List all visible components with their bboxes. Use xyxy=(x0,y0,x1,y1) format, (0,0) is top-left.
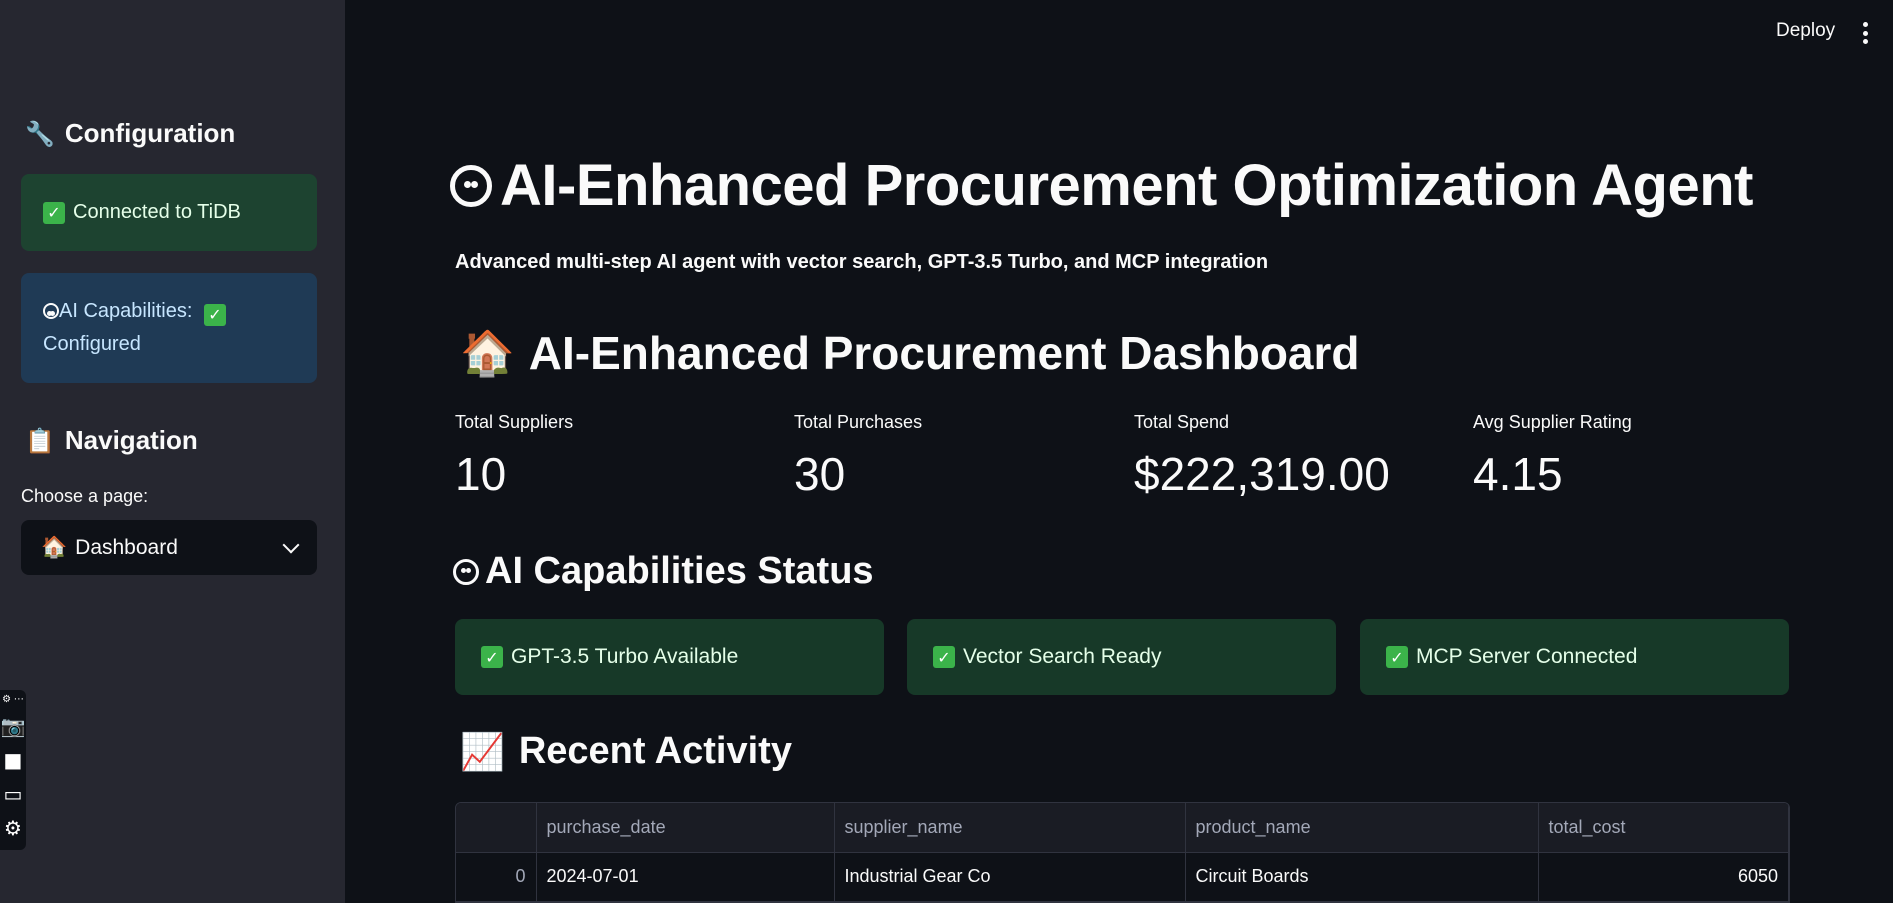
connection-status-alert: ✓ Connected to TiDB xyxy=(21,174,317,251)
check-icon: ✓ xyxy=(481,646,503,668)
metric-avg-rating: Avg Supplier Rating 4.15 xyxy=(1473,412,1632,501)
page-select[interactable]: 🏠 Dashboard xyxy=(21,520,317,575)
check-icon: ✓ xyxy=(43,201,65,224)
metric-value: 10 xyxy=(455,448,507,500)
page-subtitle: Advanced multi-step AI agent with vector… xyxy=(455,251,1269,273)
activity-table[interactable]: purchase_date supplier_name product_name… xyxy=(455,802,1790,903)
gear-icon[interactable]: ⚙ xyxy=(3,815,23,841)
dev-toolbar: ⚙ ⋯ 📷 ■ ▭ ⚙ xyxy=(0,690,26,850)
video-icon[interactable]: ■ xyxy=(3,747,23,773)
column-header[interactable]: product_name xyxy=(1185,803,1539,853)
house-icon: 🏠 xyxy=(41,535,68,559)
table-header-row: purchase_date supplier_name product_name… xyxy=(456,803,1789,853)
column-header[interactable]: supplier_name xyxy=(834,803,1186,853)
window-icon[interactable]: ▭ xyxy=(3,781,23,807)
activity-heading-text: Recent Activity xyxy=(518,730,792,772)
column-header[interactable]: purchase_date xyxy=(536,803,835,853)
status-text: Vector Search Ready xyxy=(963,645,1162,668)
metric-label: Total Spend xyxy=(1134,412,1230,432)
ai-caps-label: AI Capabilities: xyxy=(59,300,193,322)
chart-increasing-icon: 📈 xyxy=(460,731,505,773)
ai-status-heading-text: AI Capabilities Status xyxy=(485,550,874,592)
camera-icon[interactable]: 📷 xyxy=(1,713,26,739)
ai-caps-status: Configured xyxy=(43,333,141,355)
page-title: AI-Enhanced Procurement Optimization Age… xyxy=(450,152,1753,219)
choose-page-label: Choose a page: xyxy=(21,486,149,506)
nav-heading: 📋 Navigation xyxy=(25,425,198,456)
metric-label: Avg Supplier Rating xyxy=(1473,412,1632,432)
check-icon: ✓ xyxy=(933,646,955,668)
cell-product-name[interactable]: Circuit Boards xyxy=(1185,852,1539,902)
status-vector-search: ✓ Vector Search Ready xyxy=(907,619,1336,695)
config-heading: 🔧 Configuration xyxy=(25,118,235,149)
check-icon: ✓ xyxy=(1386,646,1408,668)
house-icon: 🏠 xyxy=(460,328,515,379)
dashboard-heading-text: AI-Enhanced Procurement Dashboard xyxy=(528,327,1360,379)
activity-heading: 📈 Recent Activity xyxy=(460,730,792,773)
ai-capabilities-alert: AI Capabilities: ✓ Configured xyxy=(21,273,317,383)
status-gpt: ✓ GPT-3.5 Turbo Available xyxy=(455,619,884,695)
index-header xyxy=(456,803,537,853)
check-icon: ✓ xyxy=(203,303,226,326)
chevron-down-icon xyxy=(282,536,300,553)
sidebar: 🔧 Configuration ✓ Connected to TiDB AI C… xyxy=(0,0,345,903)
metric-total-spend: Total Spend $222,319.00 xyxy=(1134,412,1390,501)
ai-status-heading: AI Capabilities Status xyxy=(453,550,874,593)
metric-label: Total Suppliers xyxy=(455,412,574,432)
dashboard-heading: 🏠 AI-Enhanced Procurement Dashboard xyxy=(460,326,1360,380)
cell-purchase-date[interactable]: 2024-07-01 xyxy=(536,852,835,902)
status-text: GPT-3.5 Turbo Available xyxy=(511,645,739,668)
nav-heading-text: Navigation xyxy=(64,425,198,455)
connection-status-text: Connected to TiDB xyxy=(73,201,241,223)
row-index: 0 xyxy=(456,852,537,902)
cell-supplier-name[interactable]: Industrial Gear Co xyxy=(834,852,1186,902)
metric-total-suppliers: Total Suppliers 10 xyxy=(455,412,573,501)
robot-icon xyxy=(453,558,479,585)
page-title-text: AI-Enhanced Procurement Optimization Age… xyxy=(500,153,1753,218)
status-mcp: ✓ MCP Server Connected xyxy=(1360,619,1789,695)
deploy-button[interactable]: Deploy xyxy=(1776,20,1835,42)
table-row[interactable]: 0 2024-07-01 Industrial Gear Co Circuit … xyxy=(456,852,1789,902)
metric-label: Total Purchases xyxy=(794,412,923,432)
metric-value: 30 xyxy=(794,448,846,500)
more-icon[interactable]: ⚙ ⋯ xyxy=(2,694,24,705)
robot-icon xyxy=(450,164,492,207)
page-select-value: Dashboard xyxy=(75,535,178,559)
metric-total-purchases: Total Purchases 30 xyxy=(794,412,922,501)
status-text: MCP Server Connected xyxy=(1416,645,1638,668)
config-heading-text: Configuration xyxy=(64,118,236,148)
metric-value: 4.15 xyxy=(1473,448,1563,500)
wrench-icon: 🔧 xyxy=(25,119,55,148)
robot-icon xyxy=(43,303,59,319)
cell-total-cost[interactable]: 6050 xyxy=(1538,852,1789,902)
main-menu-icon[interactable] xyxy=(1862,22,1868,44)
column-header[interactable]: total_cost xyxy=(1538,803,1789,853)
metric-value: $222,319.00 xyxy=(1134,448,1390,500)
clipboard-icon: 📋 xyxy=(25,426,55,455)
